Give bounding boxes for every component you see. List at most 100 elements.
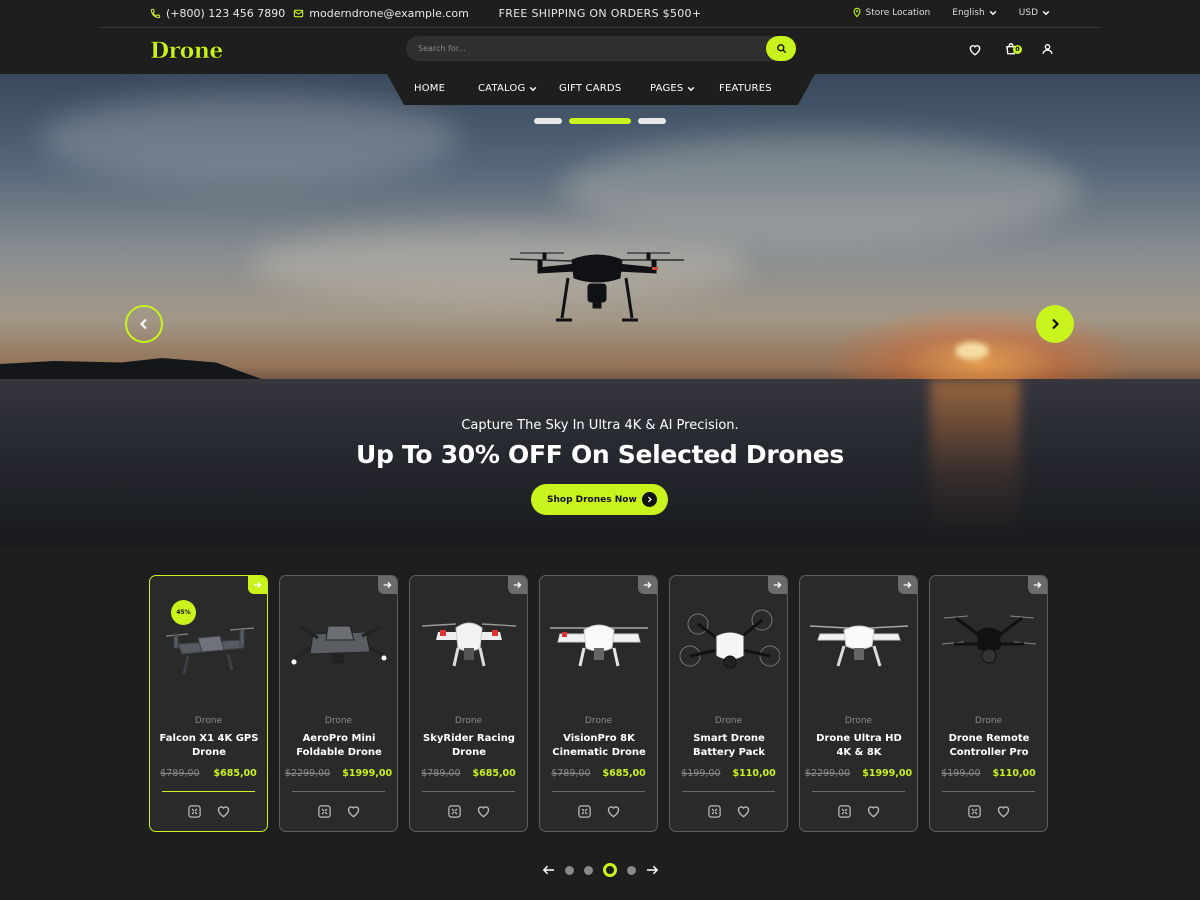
product-brand: Drone [714,716,743,726]
compare-icon[interactable] [187,804,202,819]
current-price: $1999,00 [342,768,393,779]
product-brand: Drone [974,716,1003,726]
compare-icon[interactable] [447,804,462,819]
header: Drone 0 [0,29,1200,74]
compare-icon[interactable] [967,804,982,819]
language-select[interactable]: English [952,8,997,18]
currency-label: USD [1018,7,1038,18]
product-name[interactable]: Falcon X1 4K GPS Drone [158,732,260,760]
nav-home[interactable]: HOME [414,83,445,94]
heart-icon[interactable] [996,804,1011,818]
wishlist-button[interactable] [966,40,984,58]
product-name[interactable]: Drone Ultra HD 4K & 8K [808,732,910,760]
slide-indicator-active[interactable] [569,118,631,124]
product-card[interactable]: Drone VisionPro 8K Cinematic Drone $789,00… [539,575,658,832]
nav-gift-cards-label: GIFT CARDS [559,83,622,94]
compare-icon[interactable] [837,804,852,819]
product-name[interactable]: SkyRider Racing Drone [418,732,520,760]
product-prices: $789,00 $685,00 [410,768,527,779]
quick-view-button[interactable] [1028,576,1047,594]
product-name[interactable]: Drone Remote Controller Pro [938,732,1040,760]
quick-view-button[interactable] [898,576,917,594]
old-price: $199,00 [681,768,721,779]
heart-icon[interactable] [736,804,751,818]
nav-home-label: HOME [414,83,446,94]
main-nav: HOME CATALOG GIFT CARDS PAGES FEATURES [387,74,815,105]
hero-subtitle: Capture The Sky In Ultra 4K & AI Precisi… [461,418,739,433]
hero-title: Up To 30% OFF On Selected Drones [355,440,845,469]
product-card[interactable]: Drone SkyRider Racing Drone $789,00 $685,00 [409,575,528,832]
slide-indicator[interactable] [638,118,666,124]
pager-dot-active[interactable] [603,863,617,877]
heart-icon[interactable] [346,804,361,818]
card-divider [942,791,1035,792]
product-prices: $199,00 $110,00 [670,768,787,779]
product-prices: $789,00 $685,00 [540,768,657,779]
compare-icon[interactable] [317,804,332,819]
card-actions [280,804,397,819]
currency-select[interactable]: USD [1019,8,1050,18]
compare-icon[interactable] [707,804,722,819]
product-brand: Drone [584,716,613,726]
product-image[interactable] [678,604,781,694]
nav-features[interactable]: FEATURES [719,83,772,94]
slide-indicator[interactable] [534,118,562,124]
product-image[interactable] [548,604,650,694]
pager-dot[interactable] [565,865,574,875]
quick-view-button[interactable] [378,576,397,594]
search-button[interactable] [766,36,796,61]
arrow-right-icon [383,581,392,589]
hero-prev-button[interactable] [125,305,163,343]
card-actions [540,804,657,819]
cart-button[interactable]: 0 [1002,40,1022,58]
heart-icon[interactable] [216,804,231,818]
product-card[interactable]: Drone Drone Ultra HD 4K & 8K $2299,00 $1999… [799,575,918,832]
arrow-right-icon [643,581,652,589]
product-image[interactable] [288,604,390,694]
product-name[interactable]: VisionPro 8K Cinematic Drone [548,732,650,760]
card-divider [682,791,775,792]
quick-view-button[interactable] [508,576,527,594]
nav-catalog[interactable]: CATALOG [478,83,537,94]
old-price: $2299,00 [284,768,331,779]
product-card[interactable]: Drone AeroPro Mini Foldable Drone $2299,00… [279,575,398,832]
heart-icon[interactable] [866,804,881,818]
product-card[interactable]: Drone Smart Drone Battery Pack $199,00 $110… [669,575,788,832]
product-card[interactable]: Drone Drone Remote Controller Pro $199,00 $… [929,575,1048,832]
quick-view-button[interactable] [768,576,787,594]
product-image[interactable] [808,604,910,694]
product-image[interactable] [938,604,1040,694]
hero-banner [0,74,1200,546]
heart-icon [969,44,981,56]
logo[interactable]: Drone [150,38,224,64]
product-name[interactable]: Smart Drone Battery Pack [678,732,780,760]
product-brand: Drone [324,716,353,726]
heart-icon[interactable] [476,804,491,818]
quick-view-button[interactable] [248,576,267,594]
chevron-down-icon [530,86,537,91]
heart-icon[interactable] [606,804,621,818]
account-button[interactable] [1038,40,1056,58]
old-price: $789,00 [421,768,461,779]
quick-view-button[interactable] [638,576,657,594]
store-location-link[interactable]: Store Location [852,7,930,18]
current-price: $685,00 [602,768,646,779]
compare-icon[interactable] [577,804,592,819]
product-pager [542,863,659,877]
pager-dot[interactable] [627,865,636,875]
nav-gift-cards[interactable]: GIFT CARDS [559,83,621,94]
product-card[interactable]: 45% Drone Falcon X1 4K GPS Drone $789,00 $68… [149,575,268,832]
search-input[interactable] [418,36,758,61]
arrow-left-icon[interactable] [542,865,555,875]
card-divider [812,791,905,792]
product-image[interactable] [418,604,520,694]
hero-next-button[interactable] [1036,305,1074,343]
shop-drones-button[interactable]: Shop Drones Now [531,484,668,515]
pager-dot[interactable] [584,865,593,875]
nav-pages[interactable]: PAGES [650,83,695,94]
card-divider [292,791,385,792]
product-name[interactable]: AeroPro Mini Foldable Drone [288,732,390,760]
arrow-right-icon[interactable] [646,865,659,875]
product-prices: $199,00 $110,00 [930,768,1047,779]
chevron-down-icon [688,86,695,91]
